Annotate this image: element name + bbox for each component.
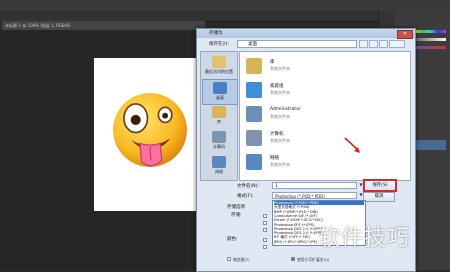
view-menu-icon[interactable] <box>389 40 405 48</box>
save-label: 存储: <box>231 213 242 218</box>
homegroup-icon <box>246 82 262 98</box>
back-icon[interactable] <box>359 40 368 48</box>
file-type: 系统文件夹 <box>270 138 290 143</box>
save-in-select[interactable]: 桌面 <box>237 40 357 48</box>
file-list: 库 系统文件夹 家庭组 系统文件夹 Administrator 系统文件夹 计算… <box>239 51 411 181</box>
place-desktop[interactable]: 桌面 <box>202 79 238 105</box>
new-folder-icon[interactable] <box>379 40 388 48</box>
computer-icon <box>246 130 262 146</box>
navigation-buttons <box>359 40 407 48</box>
file-type: 系统文件夹 <box>270 90 290 95</box>
file-name: 网络 <box>270 156 279 161</box>
list-item[interactable]: Administrator 系统文件夹 <box>244 104 404 126</box>
place-recent[interactable]: 最近访问的位置 <box>202 54 236 78</box>
place-label: 最近访问的位置 <box>205 69 233 74</box>
place-library[interactable]: 库 <box>202 104 236 128</box>
file-type: 系统文件夹 <box>270 114 290 119</box>
save-in-label: 保存在(I): <box>209 42 229 47</box>
save-in-value: 桌面 <box>248 42 257 47</box>
up-folder-icon[interactable] <box>369 40 378 48</box>
list-item[interactable]: 家庭组 系统文件夹 <box>244 80 404 102</box>
save-option-checkbox[interactable] <box>263 214 267 218</box>
list-item[interactable]: 库 系统文件夹 <box>244 56 404 78</box>
filename-input[interactable]: 1 <box>272 182 357 189</box>
watermark: 软件技巧 <box>318 226 411 251</box>
thumbnail-label: 缩览图(T) <box>233 257 250 262</box>
format-select[interactable]: Photoshop (*.PSD;*.PDD) <box>272 192 357 199</box>
place-label: 网络 <box>215 169 223 174</box>
save-button[interactable]: 保存(S) <box>363 179 397 192</box>
dialog-title: 存储为 <box>209 31 223 36</box>
list-item[interactable]: 计算机 系统文件夹 <box>244 128 404 150</box>
file-name: Administrator <box>270 107 301 112</box>
network-icon <box>212 156 226 168</box>
file-name: 计算机 <box>270 132 284 137</box>
save-option-checkbox[interactable] <box>263 221 267 225</box>
library-icon <box>212 106 226 118</box>
user-folder-icon <box>246 106 262 122</box>
file-type: 系统文件夹 <box>270 162 290 167</box>
library-icon <box>246 58 262 74</box>
red-arrow-annotation <box>344 137 360 153</box>
network-icon <box>246 154 262 170</box>
list-item[interactable]: 网络 系统文件夹 <box>244 152 404 174</box>
filename-label: 文件名(N): <box>237 184 259 189</box>
crazy-face-emoji <box>113 93 187 167</box>
format-label: 格式(F): <box>237 194 254 199</box>
thumbnail-checkbox[interactable] <box>227 257 231 261</box>
file-type: 系统文件夹 <box>270 66 290 71</box>
dialog-titlebar: 存储为 ✕ <box>197 29 415 39</box>
save-options-label: 存储选项 <box>227 205 245 210</box>
place-computer[interactable]: 计算机 <box>202 129 236 153</box>
color-label: 颜色: <box>227 237 238 242</box>
save-option-checkbox[interactable] <box>263 228 267 232</box>
place-label: 库 <box>217 119 221 124</box>
computer-icon <box>212 131 226 143</box>
place-label: 计算机 <box>213 144 225 149</box>
place-network[interactable]: 网络 <box>202 154 236 178</box>
clock-folder-icon <box>212 56 226 68</box>
close-button[interactable]: ✕ <box>397 30 413 39</box>
lowercase-ext-checkbox[interactable] <box>291 257 295 261</box>
places-bar: 最近访问的位置 桌面 库 计算机 网络 <box>200 51 238 181</box>
color-option-checkbox[interactable] <box>263 245 267 249</box>
document-tab[interactable]: 未标题-1 @ 100% (图层 1, RGB/8) <box>2 21 205 30</box>
color-option-checkbox[interactable] <box>263 238 267 242</box>
cancel-button[interactable]: 取消 <box>363 192 395 202</box>
place-label: 桌面 <box>216 95 224 100</box>
desktop-icon <box>213 82 227 94</box>
file-name: 家庭组 <box>270 84 284 89</box>
file-name: 库 <box>270 60 275 65</box>
lowercase-ext-label: 使用小写扩展名(U) <box>297 257 330 262</box>
